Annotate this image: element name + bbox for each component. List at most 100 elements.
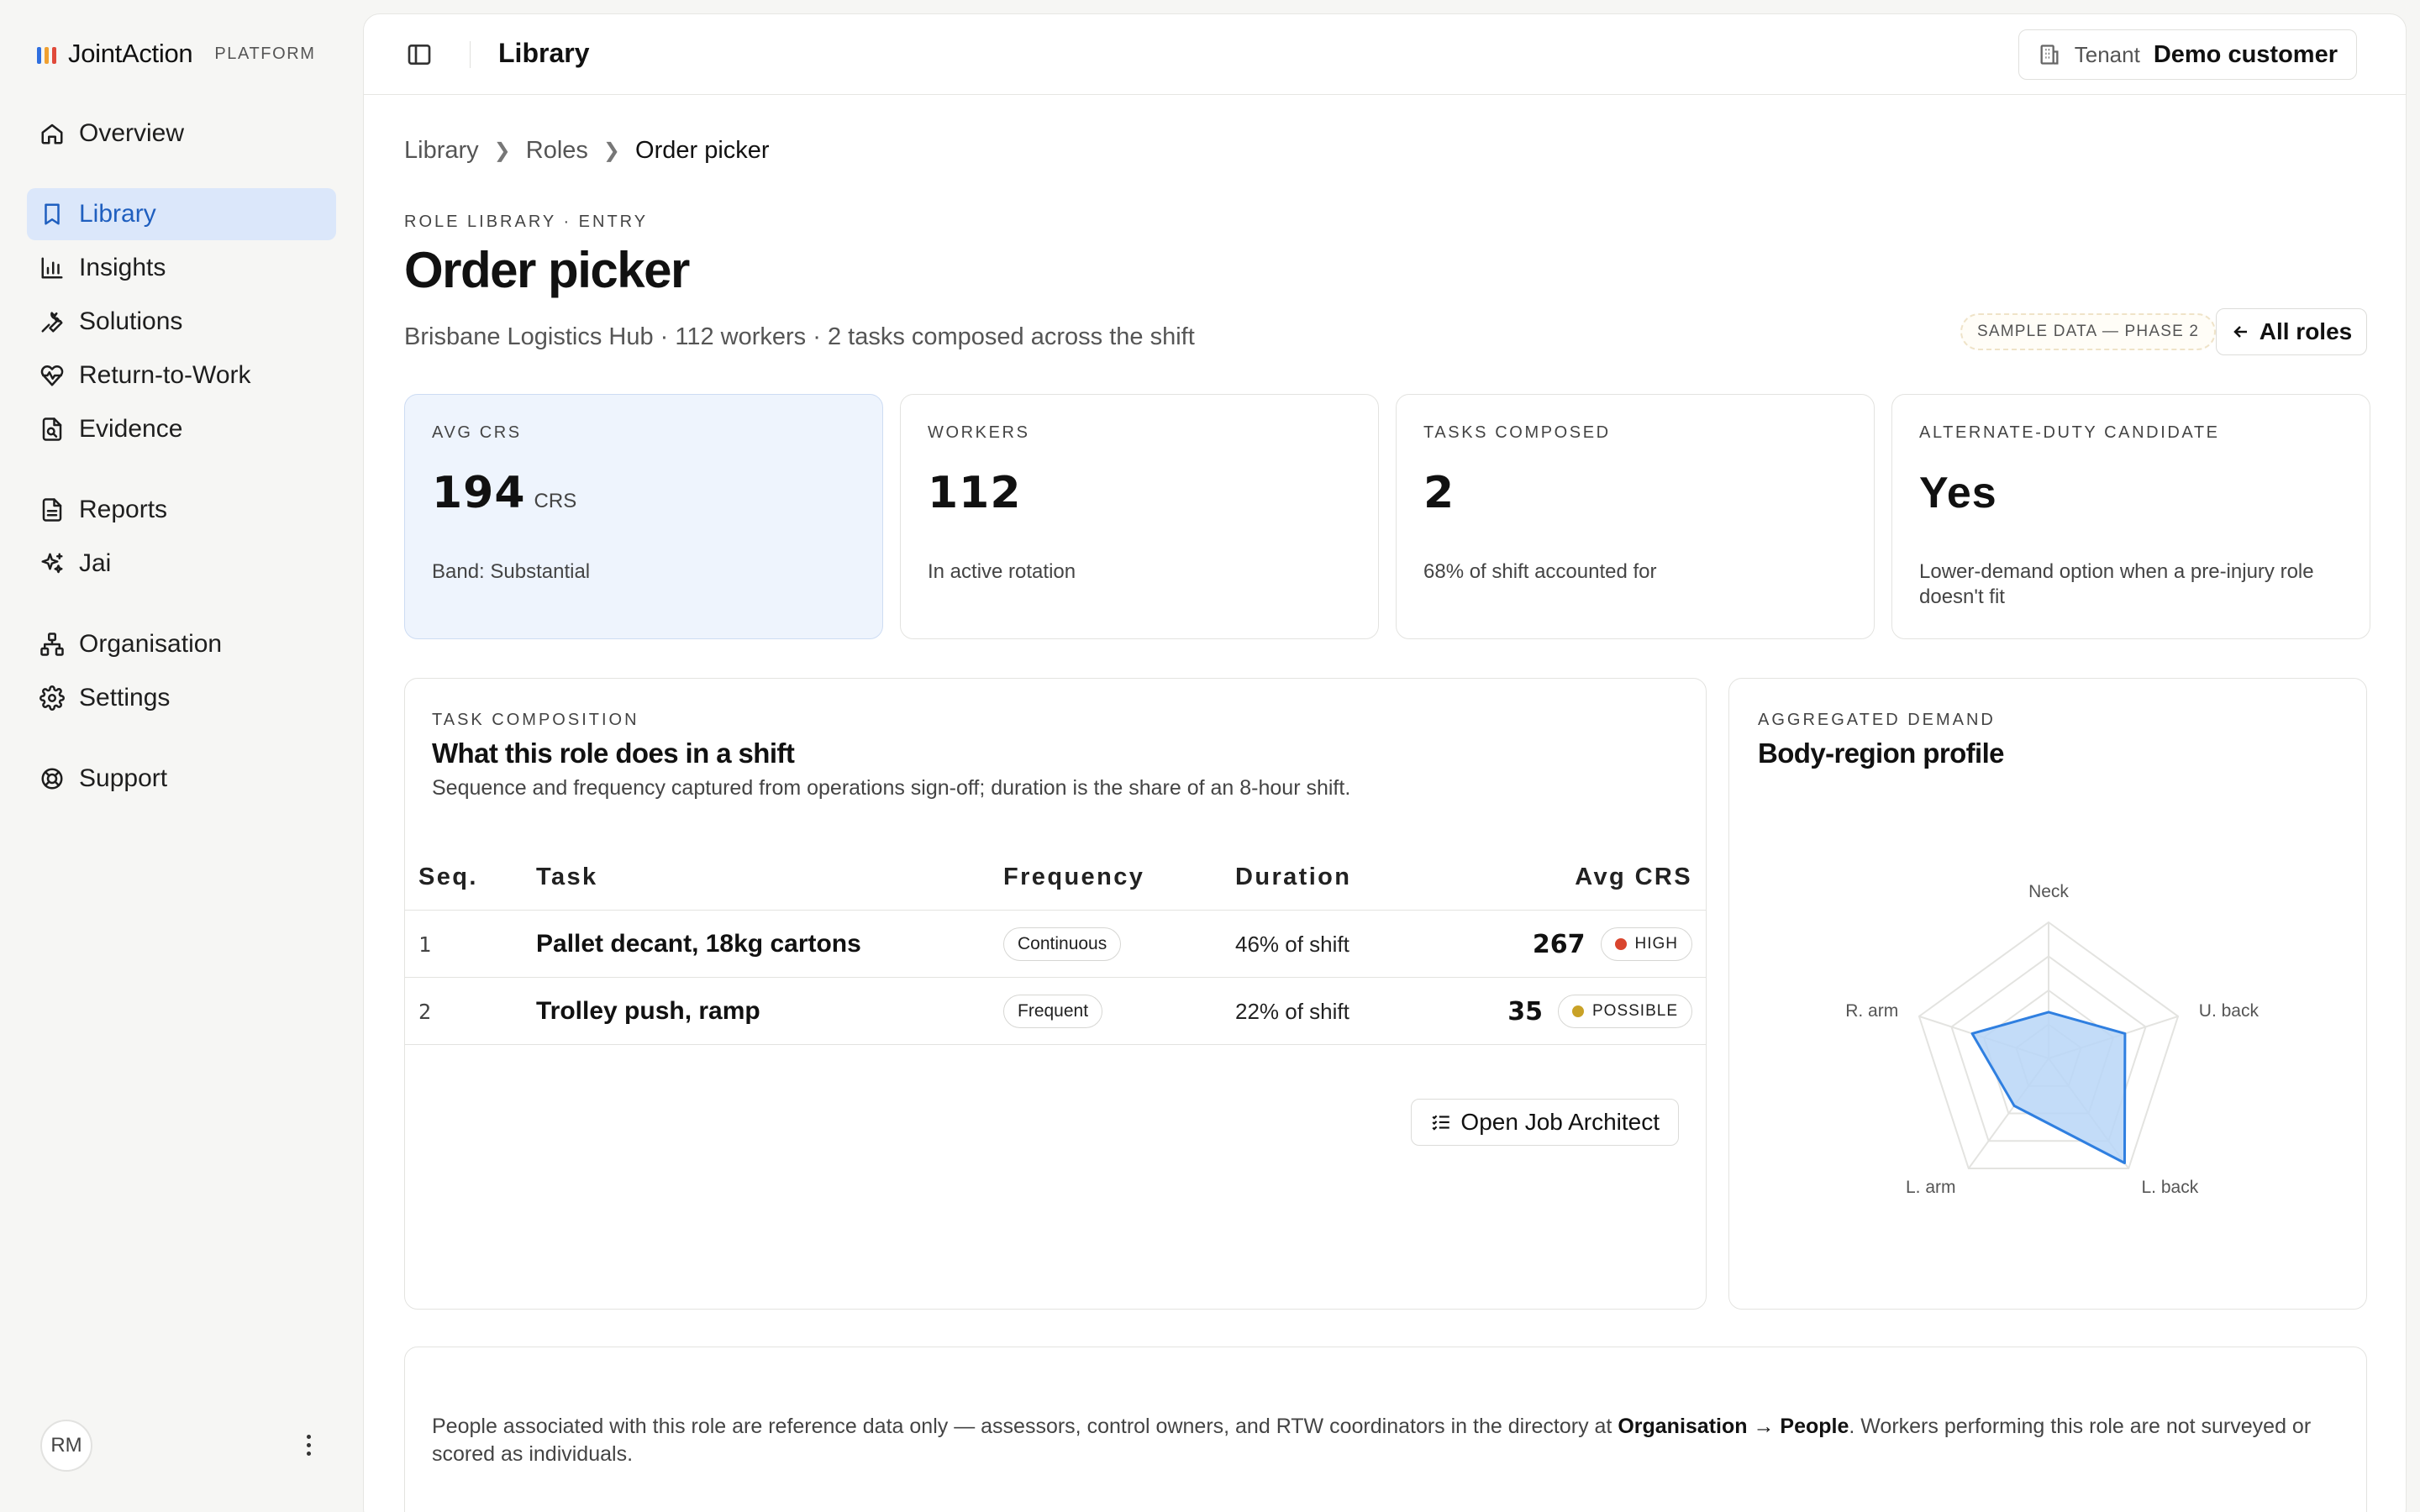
sidebar-item-solutions[interactable]: Solutions bbox=[27, 296, 336, 348]
lifebuoy-icon bbox=[39, 765, 66, 792]
sidebar-item-support[interactable]: Support bbox=[27, 753, 336, 805]
sidebar-item-insights[interactable]: Insights bbox=[27, 242, 336, 294]
sidebar-toggle-icon[interactable] bbox=[404, 39, 434, 70]
stat-note: Lower-demand option when a pre-injury ro… bbox=[1919, 560, 2314, 608]
stat-value: 112 bbox=[928, 468, 1022, 518]
row-seq: 2 bbox=[418, 999, 432, 1024]
open-job-architect-button[interactable]: Open Job Architect bbox=[1411, 1099, 1679, 1146]
all-roles-label: All roles bbox=[2259, 318, 2353, 344]
column-seq[interactable]: Seq. bbox=[418, 864, 478, 891]
chevron-right-icon: ❯ bbox=[602, 139, 621, 162]
all-roles-button[interactable]: All roles bbox=[2216, 308, 2367, 355]
brand-name: JointAction bbox=[68, 39, 193, 68]
sidebar-item-label: Settings bbox=[79, 684, 171, 711]
page-title: Order picker bbox=[404, 242, 690, 298]
card-description: Sequence and frequency captured from ope… bbox=[432, 776, 1351, 800]
row-duration: 22% of shift bbox=[1235, 998, 1349, 1024]
sidebar-item-overview[interactable]: Overview bbox=[27, 108, 336, 160]
risk-badge: HIGH bbox=[1600, 927, 1692, 961]
stat-note: 68% of shift accounted for bbox=[1423, 560, 1657, 583]
stat-value: 194 CRS bbox=[432, 468, 577, 518]
tenant-selector[interactable]: Tenant Demo customer bbox=[2018, 29, 2357, 80]
sidebar-item-jai[interactable]: Jai bbox=[27, 538, 336, 590]
radar-axis-label: L. back bbox=[2142, 1178, 2199, 1197]
column-duration[interactable]: Duration bbox=[1235, 864, 1351, 891]
stat-value: 2 bbox=[1423, 468, 1455, 518]
open-job-architect-label: Open Job Architect bbox=[1460, 1109, 1660, 1135]
sidebar-item-label: Evidence bbox=[79, 415, 183, 443]
table-header: Seq. Task Frequency Duration Avg CRS bbox=[405, 864, 1706, 911]
home-icon bbox=[39, 120, 66, 147]
sidebar-item-label: Jai bbox=[79, 549, 112, 577]
stat-label: TASKS COMPOSED bbox=[1423, 423, 1611, 442]
column-task[interactable]: Task bbox=[536, 864, 598, 891]
stat-note: In active rotation bbox=[928, 560, 1076, 583]
avatar[interactable]: RM bbox=[40, 1420, 92, 1472]
column-avg-crs[interactable]: Avg CRS bbox=[1575, 864, 1692, 891]
sidebar-item-label: Library bbox=[79, 200, 156, 228]
task-composition-card: TASK COMPOSITION What this role does in … bbox=[404, 678, 1707, 1310]
radar-axis-label: U. back bbox=[2199, 1001, 2260, 1021]
stat-label: AVG CRS bbox=[432, 423, 522, 442]
brand-logo-icon bbox=[37, 44, 56, 64]
sidebar-item-label: Return-to-Work bbox=[79, 361, 251, 389]
topbar: Library Tenant Demo customer bbox=[364, 14, 2406, 95]
sidebar-item-label: Solutions bbox=[79, 307, 183, 335]
file-search-icon bbox=[39, 416, 66, 443]
people-note-card: People associated with this role are ref… bbox=[404, 1347, 2367, 1512]
column-frequency[interactable]: Frequency bbox=[1003, 864, 1144, 891]
row-crs-cell: 35 POSSIBLE bbox=[1507, 978, 1692, 1045]
sidebar-item-settings[interactable]: Settings bbox=[27, 672, 336, 724]
row-crs-cell: 267 HIGH bbox=[1533, 911, 1692, 978]
breadcrumb-roles[interactable]: Roles bbox=[526, 137, 588, 165]
sidebar-item-label: Overview bbox=[79, 119, 185, 147]
breadcrumb-library[interactable]: Library bbox=[404, 137, 479, 165]
stat-card-alternate-duty[interactable]: ALTERNATE-DUTY CANDIDATE Yes Lower-deman… bbox=[1891, 394, 2370, 639]
organisation-people-link[interactable]: Organisation → People bbox=[1618, 1415, 1849, 1438]
sidebar-item-organisation[interactable]: Organisation bbox=[27, 618, 336, 670]
building-icon bbox=[2040, 45, 2059, 65]
stat-label: ALTERNATE-DUTY CANDIDATE bbox=[1919, 423, 2220, 442]
tenant-label: Tenant bbox=[2074, 41, 2140, 67]
stat-unit: CRS bbox=[534, 490, 577, 512]
card-title: What this role does in a shift bbox=[432, 738, 795, 769]
crs-value: 267 bbox=[1532, 929, 1586, 959]
sidebar-item-reports[interactable]: Reports bbox=[27, 484, 336, 536]
table-row[interactable]: 2 Trolley push, ramp Frequent 22% of shi… bbox=[405, 978, 1706, 1045]
gear-icon bbox=[39, 685, 66, 711]
breadcrumb: Library ❯ Roles ❯ Order picker bbox=[404, 137, 770, 165]
row-task[interactable]: Pallet decant, 18kg cartons bbox=[536, 911, 861, 978]
stat-card-avg-crs[interactable]: AVG CRS 194 CRS Band: Substantial bbox=[404, 394, 883, 639]
radar-axis-label: L. arm bbox=[1906, 1178, 1956, 1197]
wrench-icon bbox=[39, 308, 66, 335]
brand-tag: PLATFORM bbox=[214, 44, 316, 63]
breadcrumb-current: Order picker bbox=[635, 137, 770, 164]
sidebar-item-evidence[interactable]: Evidence bbox=[27, 403, 336, 455]
more-options-icon[interactable] bbox=[296, 1428, 321, 1462]
stat-card-workers[interactable]: WORKERS 112 In active rotation bbox=[900, 394, 1379, 639]
page-header-title: Library bbox=[498, 38, 590, 68]
frequency-pill: Continuous bbox=[1003, 927, 1122, 961]
risk-dot-icon bbox=[1614, 938, 1627, 950]
row-seq: 1 bbox=[418, 932, 432, 957]
stat-card-tasks-composed[interactable]: TASKS COMPOSED 2 68% of shift accounted … bbox=[1396, 394, 1875, 639]
row-task[interactable]: Trolley push, ramp bbox=[536, 978, 760, 1045]
main-panel: Library Tenant Demo customer Library ❯ R… bbox=[363, 13, 2407, 1512]
sidebar-item-label: Reports bbox=[79, 496, 168, 523]
row-frequency-cell: Frequent bbox=[1003, 978, 1103, 1045]
chevron-right-icon: ❯ bbox=[493, 139, 511, 162]
sidebar-item-library[interactable]: Library bbox=[27, 188, 336, 240]
frequency-pill: Frequent bbox=[1003, 995, 1103, 1028]
brand[interactable]: JointAction PLATFORM bbox=[37, 37, 316, 71]
sidebar-item-return-to-work[interactable]: Return-to-Work bbox=[27, 349, 336, 402]
sidebar-item-label: Organisation bbox=[79, 630, 223, 658]
body-region-card: AGGREGATED DEMAND Body-region profile Ne… bbox=[1728, 678, 2367, 1310]
arrow-left-icon bbox=[2233, 326, 2247, 338]
org-chart-icon bbox=[39, 631, 66, 658]
bar-chart-icon bbox=[39, 255, 66, 281]
tenant-value: Demo customer bbox=[2153, 40, 2338, 68]
stat-label: WORKERS bbox=[928, 423, 1030, 442]
sidebar: JointAction PLATFORM Overview Library In… bbox=[0, 0, 363, 1512]
table-row[interactable]: 1 Pallet decant, 18kg cartons Continuous… bbox=[405, 911, 1706, 978]
document-icon bbox=[39, 496, 66, 523]
